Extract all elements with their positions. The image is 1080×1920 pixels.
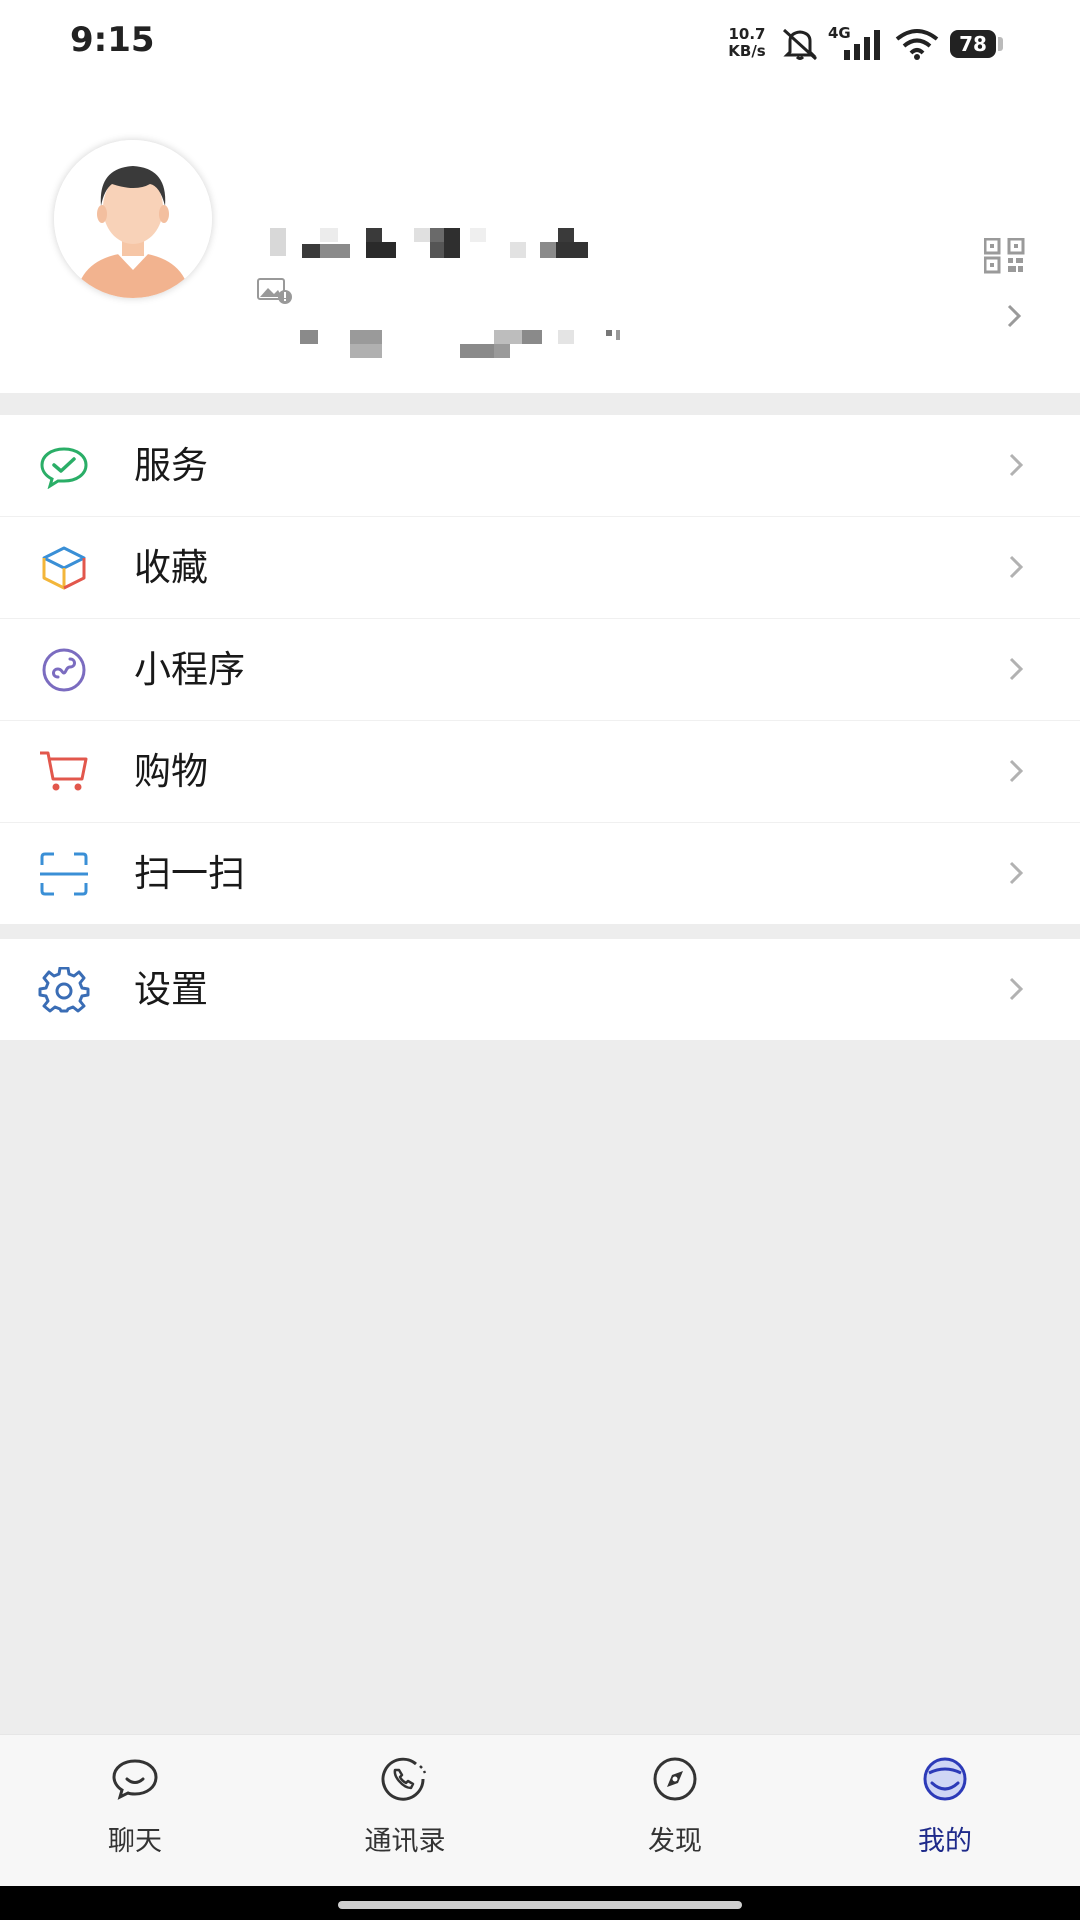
menu-group-settings: 设置 [0, 939, 1080, 1040]
chat-bubble-icon [112, 1759, 158, 1800]
chevron-right-icon [1009, 657, 1024, 681]
home-indicator[interactable] [338, 1901, 742, 1909]
chevron-right-icon [1009, 453, 1024, 477]
menu-item-favorites[interactable]: 收藏 [0, 517, 1080, 619]
menu-item-label: 小程序 [134, 648, 245, 691]
chevron-right-icon [1009, 555, 1024, 579]
tab-me-label: 我的 [918, 1826, 972, 1857]
system-navigation-bar [0, 1886, 1080, 1920]
chevron-right-icon [1007, 304, 1022, 328]
network-speed-value: 10.7 [728, 25, 766, 43]
avatar-male-icon [54, 140, 212, 298]
signal-icon [844, 30, 880, 60]
redacted-nickname [270, 226, 590, 258]
menu-group-main: 服务 收藏 小程序 购物 扫一扫 [0, 415, 1080, 924]
status-bar: 9:15 10.7 KB/s 4G 78 [0, 0, 1080, 90]
menu-item-label: 扫一扫 [134, 852, 245, 895]
menu-item-scan[interactable]: 扫一扫 [0, 823, 1080, 924]
tab-discover-label: 发现 [648, 1826, 702, 1857]
tab-chat[interactable]: 聊天 [0, 1735, 270, 1887]
avatar[interactable] [54, 140, 212, 298]
menu-item-label: 收藏 [134, 546, 208, 589]
tab-contacts[interactable]: 通讯录 [270, 1735, 540, 1887]
tab-me[interactable]: 我的 [810, 1735, 1080, 1887]
status-time: 9:15 [70, 20, 155, 60]
me-smile-icon [923, 1757, 967, 1801]
service-wechat-pay-icon [40, 447, 88, 489]
scan-icon [40, 852, 88, 896]
redacted-account-id [300, 326, 650, 358]
menu-item-settings[interactable]: 设置 [0, 939, 1080, 1040]
favorites-cube-icon [42, 546, 86, 590]
tab-discover[interactable]: 发现 [540, 1735, 810, 1887]
menu-item-shopping[interactable]: 购物 [0, 721, 1080, 823]
battery-tip [998, 37, 1003, 51]
network-speed: 10.7 KB/s [722, 26, 772, 60]
mini-program-icon [42, 648, 86, 692]
chevron-right-icon [1009, 759, 1024, 783]
battery-icon: 78 [950, 30, 996, 58]
chevron-right-icon [1009, 861, 1024, 885]
qr-code-icon[interactable] [984, 238, 1026, 274]
contacts-phone-icon [381, 1757, 427, 1801]
compass-icon [653, 1757, 697, 1801]
image-status-icon[interactable] [257, 277, 293, 305]
menu-item-label: 购物 [134, 750, 208, 793]
shopping-cart-icon [40, 751, 88, 791]
mute-icon [782, 28, 818, 61]
menu-item-service[interactable]: 服务 [0, 415, 1080, 517]
chevron-right-icon [1009, 977, 1024, 1001]
bottom-tab-bar: 聊天 通讯录 发现 我的 [0, 1734, 1080, 1887]
tab-chat-label: 聊天 [108, 1826, 162, 1857]
network-speed-unit: KB/s [728, 42, 766, 60]
menu-item-label: 服务 [134, 444, 208, 487]
tab-contacts-label: 通讯录 [364, 1826, 446, 1857]
gear-icon [38, 967, 90, 1013]
menu-item-label: 设置 [134, 968, 208, 1011]
wifi-icon [895, 29, 939, 60]
menu-item-mini-program[interactable]: 小程序 [0, 619, 1080, 721]
